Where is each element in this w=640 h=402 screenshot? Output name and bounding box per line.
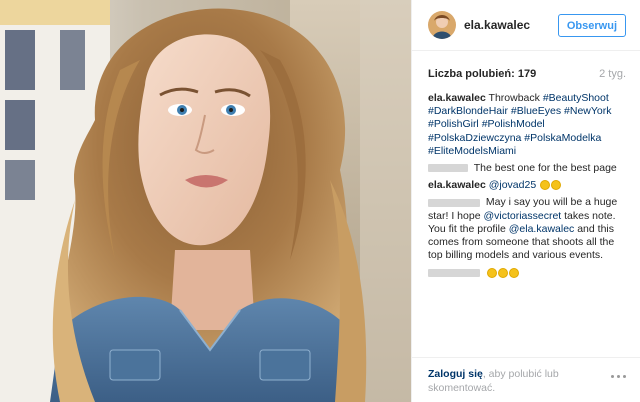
- mention-link[interactable]: @victoriassecret: [483, 210, 561, 222]
- login-link[interactable]: Zaloguj się: [428, 368, 483, 380]
- comment: May i say you will be a huge star! I hop…: [428, 196, 626, 262]
- more-options-icon[interactable]: [611, 375, 626, 378]
- username-link[interactable]: ela.kawalec: [464, 18, 558, 32]
- avatar[interactable]: [428, 11, 456, 39]
- comments-list: ela.kawalec Throwback #BeautyShoot #Dark…: [428, 92, 626, 280]
- hashtag-link[interactable]: #PolishModel: [482, 118, 545, 130]
- post-footer: Zaloguj się, aby polubić lub skomentować…: [412, 357, 640, 402]
- hashtag-link[interactable]: #PolskaDziewczyna: [428, 132, 521, 144]
- hashtag-link[interactable]: #BeautyShoot: [543, 92, 609, 104]
- blurred-username[interactable]: [428, 164, 468, 173]
- caption: ela.kawalec Throwback #BeautyShoot #Dark…: [428, 92, 626, 158]
- heart-eyes-emoji-icon: [551, 180, 562, 191]
- likes-row: Liczba polubień: 179 2 tyg.: [428, 68, 626, 80]
- smile-emoji-icon: [540, 180, 551, 191]
- follow-button[interactable]: Obserwuj: [557, 13, 626, 37]
- comment: The best one for the best page: [428, 162, 626, 175]
- mention-link[interactable]: @jovad25: [489, 179, 536, 191]
- comment: [428, 266, 626, 279]
- portrait-image: [0, 0, 411, 402]
- mention-link[interactable]: @ela.kawalec: [509, 223, 575, 235]
- likes-count[interactable]: Liczba polubień: 179: [428, 68, 536, 80]
- comment-author[interactable]: ela.kawalec: [428, 179, 486, 191]
- comment: ela.kawalec @jovad25: [428, 179, 626, 192]
- blurred-username[interactable]: [428, 198, 480, 207]
- login-prompt: Zaloguj się, aby polubić lub skomentować…: [428, 367, 598, 395]
- post-header: ela.kawalec Obserwuj: [412, 0, 640, 51]
- smile-emoji-icon: [508, 267, 519, 278]
- hashtag-link[interactable]: #PolishGirl: [428, 118, 479, 130]
- caption-text: Throwback: [488, 92, 540, 104]
- post-photo[interactable]: [0, 0, 411, 402]
- comment-text: The best one for the best page: [473, 162, 617, 175]
- post-dialog: ela.kawalec Obserwuj Liczba polubień: 17…: [0, 0, 640, 402]
- hashtag-link[interactable]: #PolskaModelka: [524, 132, 601, 144]
- hashtag-link[interactable]: #NewYork: [564, 105, 611, 117]
- caption-author[interactable]: ela.kawalec: [428, 92, 486, 104]
- post-time[interactable]: 2 tyg.: [599, 68, 626, 80]
- post-side-panel: ela.kawalec Obserwuj Liczba polubień: 17…: [411, 0, 640, 402]
- smile-emoji-icon: [497, 267, 508, 278]
- hashtag-link[interactable]: #EliteModelsMiami: [428, 145, 516, 157]
- smile-emoji-icon: [486, 267, 497, 278]
- hashtag-link[interactable]: #BlueEyes: [511, 105, 561, 117]
- hashtag-link[interactable]: #DarkBlondeHair: [428, 105, 508, 117]
- blurred-username[interactable]: [428, 268, 480, 277]
